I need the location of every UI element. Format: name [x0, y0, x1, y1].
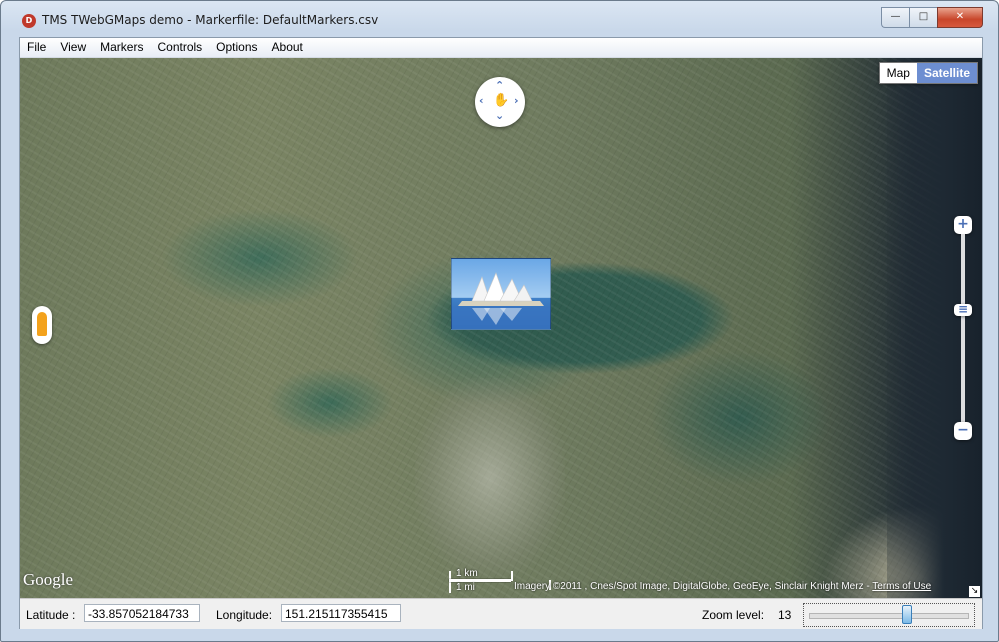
menu-options[interactable]: Options — [209, 38, 264, 57]
minimize-icon: — — [890, 11, 901, 22]
zoom-level-label: Zoom level: — [702, 608, 765, 622]
pan-up-icon[interactable]: ⌃ — [495, 79, 504, 92]
opera-house-marker-icon[interactable] — [451, 258, 551, 330]
street-view-pegman-icon[interactable] — [32, 306, 52, 344]
menu-markers[interactable]: Markers — [93, 38, 150, 57]
latitude-label: Latitude : — [26, 608, 76, 622]
client-area: File View Markers Controls Options About… — [19, 37, 983, 629]
satellite-map[interactable]: Map Satellite ⌃ ‹ ✋ › ⌄ + ≡ − Google 1 k… — [20, 58, 982, 598]
google-logo[interactable]: Google — [23, 570, 73, 590]
zoom-slider[interactable] — [803, 603, 975, 627]
zoom-slider-thumb[interactable] — [902, 605, 912, 624]
pan-control[interactable]: ⌃ ‹ ✋ › ⌄ — [475, 77, 525, 127]
latitude-field[interactable]: -33.857052184733 — [84, 604, 200, 622]
window-controls: — □ ✕ — [881, 7, 983, 28]
overview-toggle-icon[interactable]: ↘ — [969, 586, 980, 597]
zoom-control: + ≡ − — [954, 216, 972, 446]
menu-file[interactable]: File — [20, 38, 53, 57]
attribution-text: Imagery ©2011 , Cnes/Spot Image, Digital… — [514, 581, 873, 592]
menu-bar: File View Markers Controls Options About — [20, 38, 982, 58]
close-button[interactable]: ✕ — [937, 7, 983, 28]
status-bar: Latitude : -33.857052184733 Longitude: 1… — [20, 598, 982, 629]
close-icon: ✕ — [955, 11, 965, 22]
map-type-map-button[interactable]: Map — [879, 63, 917, 83]
map-type-satellite-button[interactable]: Satellite — [916, 63, 977, 83]
longitude-label: Longitude: — [216, 608, 273, 622]
app-window: D TMS TWebGMaps demo - Markerfile: Defau… — [0, 0, 999, 642]
scale-mi-label: 1 mi — [456, 582, 475, 593]
zoom-slider-track[interactable] — [809, 613, 969, 619]
menu-view[interactable]: View — [53, 38, 93, 57]
scale-km-label: 1 km — [456, 568, 478, 579]
minimize-button[interactable]: — — [881, 7, 909, 28]
menu-about[interactable]: About — [265, 38, 310, 57]
title-bar[interactable]: D TMS TWebGMaps demo - Markerfile: Defau… — [1, 1, 998, 35]
zoom-in-button[interactable]: + — [954, 216, 972, 234]
window-title: TMS TWebGMaps demo - Markerfile: Default… — [42, 13, 379, 27]
opera-house-image — [452, 272, 550, 329]
maximize-button[interactable]: □ — [909, 7, 937, 28]
city-area — [415, 378, 565, 578]
hand-icon: ✋ — [493, 93, 510, 108]
pan-right-icon[interactable]: › — [514, 94, 519, 107]
longitude-field[interactable]: 151.215117355415 — [281, 604, 401, 622]
map-type-control: Map Satellite — [878, 62, 978, 84]
pan-left-icon[interactable]: ‹ — [479, 94, 484, 107]
pan-down-icon[interactable]: ⌄ — [495, 109, 504, 122]
zoom-track[interactable] — [961, 234, 965, 424]
menu-controls[interactable]: Controls — [150, 38, 209, 57]
app-icon: D — [22, 14, 36, 28]
zoom-thumb[interactable]: ≡ — [954, 303, 972, 316]
zoom-out-button[interactable]: − — [954, 422, 972, 440]
zoom-level-value: 13 — [778, 608, 792, 622]
maximize-icon: □ — [918, 11, 929, 22]
terms-of-use-link[interactable]: Terms of Use — [872, 581, 931, 592]
map-attribution: Imagery ©2011 , Cnes/Spot Image, Digital… — [514, 581, 931, 592]
